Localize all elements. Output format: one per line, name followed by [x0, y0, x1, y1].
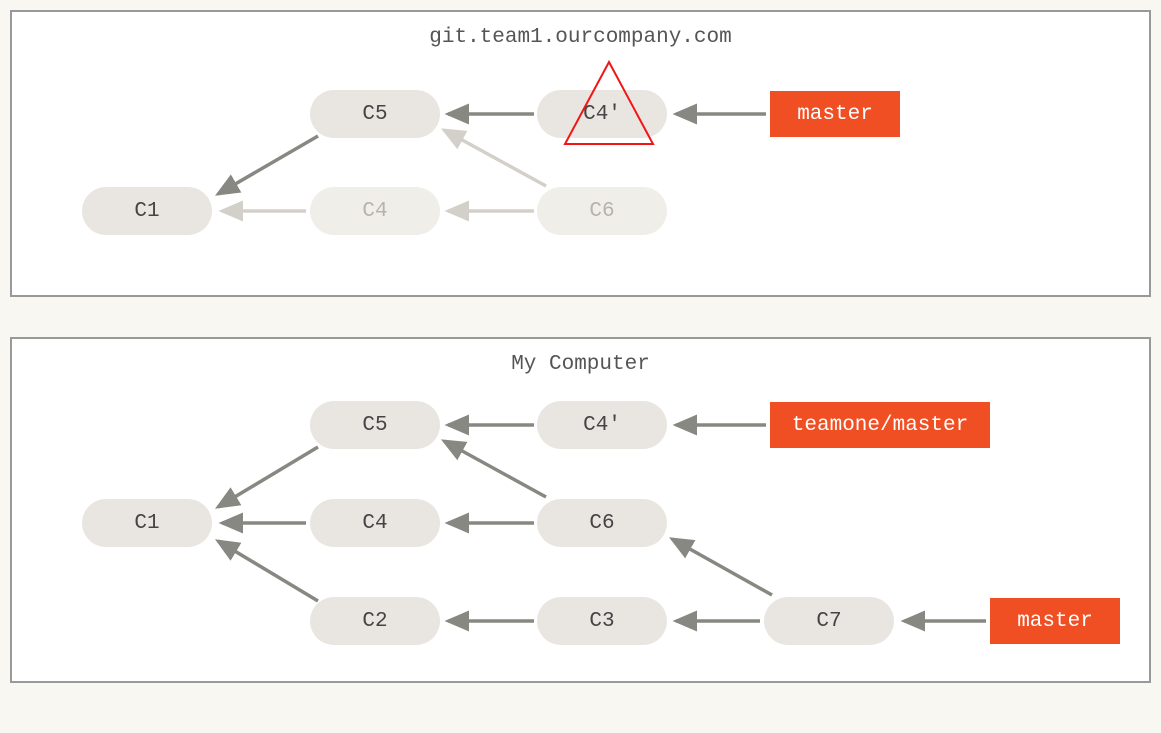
commit-c6-local: C6	[537, 499, 667, 547]
commit-c4-faded: C4	[310, 187, 440, 235]
highlight-triangle-icon	[561, 58, 657, 150]
commit-c7-local: C7	[764, 597, 894, 645]
server-arrows	[12, 12, 1153, 299]
commit-c1-local: C1	[82, 499, 212, 547]
commit-c4prime-local: C4'	[537, 401, 667, 449]
ref-master: master	[770, 91, 900, 137]
commit-c1: C1	[82, 187, 212, 235]
commit-c2-local: C2	[310, 597, 440, 645]
commit-c5-local: C5	[310, 401, 440, 449]
commit-c6-faded: C6	[537, 187, 667, 235]
commit-c3-local: C3	[537, 597, 667, 645]
server-panel: git.team1.ourcompany.com C5 C4' C1 C4 C6…	[10, 10, 1151, 297]
commit-c4-local: C4	[310, 499, 440, 547]
ref-master-local: master	[990, 598, 1120, 644]
ref-teamone-master: teamone/master	[770, 402, 990, 448]
local-panel: My Computer C5 C4' C1 C4 C6 C2 C3 C7 tea…	[10, 337, 1151, 683]
commit-c5: C5	[310, 90, 440, 138]
